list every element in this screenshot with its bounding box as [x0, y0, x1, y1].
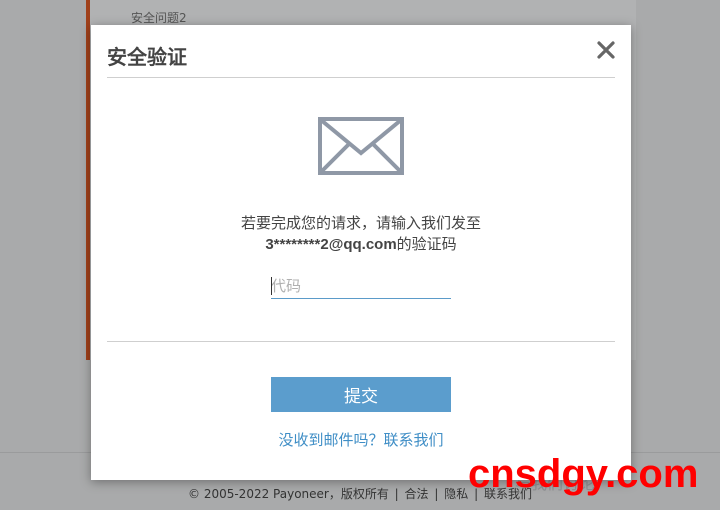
close-icon	[597, 41, 615, 59]
verification-code-input[interactable]	[271, 274, 451, 299]
dialog-title: 安全验证	[107, 45, 187, 69]
footer-link-legal[interactable]: 合法	[405, 487, 429, 501]
contact-us-link[interactable]: 没收到邮件吗？联系我们	[91, 429, 631, 450]
security-question-label: 安全问题2	[131, 11, 187, 25]
message-line-2: 3********2@qq.com的验证码	[91, 234, 631, 255]
masked-email: 3********2@qq.com	[265, 236, 397, 253]
text-cursor	[271, 277, 272, 295]
footer-copyright: © 2005-2022 Payoneer，版权所有	[188, 487, 389, 501]
message-line-1: 若要完成您的请求，请输入我们发至	[240, 214, 481, 232]
submit-button[interactable]: 提交	[271, 377, 451, 412]
close-button[interactable]	[595, 39, 617, 61]
security-verification-dialog: 安全验证 若要完成您的请求，请输入我们发至 3********2@qq.com的…	[91, 25, 631, 480]
watermark-text: cnsdgy.com	[468, 452, 699, 496]
message-suffix: 的验证码	[396, 235, 457, 253]
envelope-icon	[318, 117, 404, 175]
divider-top	[107, 77, 615, 78]
divider-bottom	[107, 341, 615, 342]
verification-message: 若要完成您的请求，请输入我们发至 3********2@qq.com的验证码	[91, 213, 631, 255]
footer-link-privacy[interactable]: 隐私	[444, 487, 468, 501]
